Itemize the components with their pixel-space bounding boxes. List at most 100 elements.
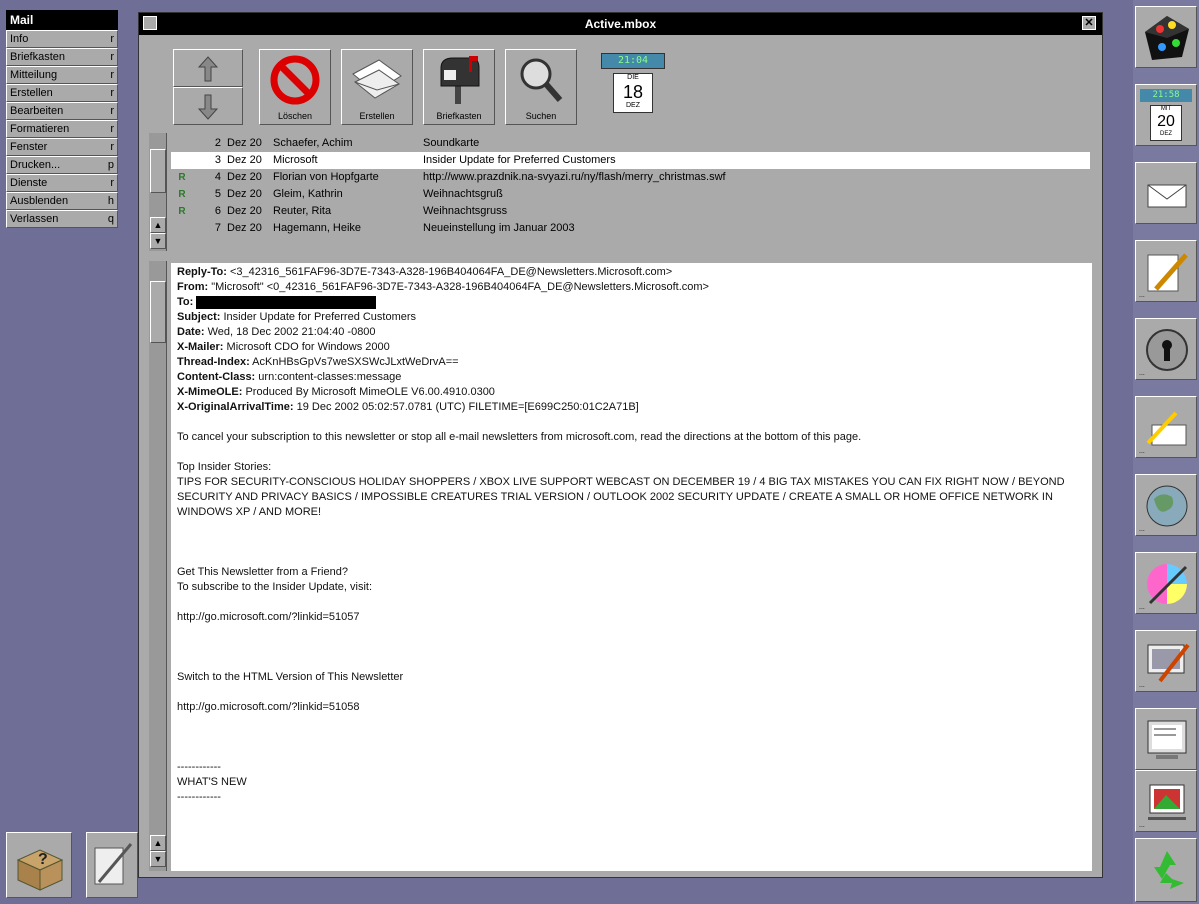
mailbox-button[interactable]: Briefkasten [423,49,495,125]
menu-item[interactable]: Fenster r [6,138,118,156]
status-flag: R [178,206,186,217]
mail-envelope-icon [1147,184,1187,208]
whats-new-heading: WHAT'S NEW [177,776,247,788]
message-date: Dez 20 [227,154,262,166]
list-scroll-down[interactable]: ▼ [150,233,166,249]
friend-title: Get This Newsletter from a Friend? [177,566,348,578]
dock-calendar: MIT 20 DEZ [1150,105,1182,141]
header-key: Thread-Index: [177,356,250,368]
menu-item[interactable]: Verlassen q [6,210,118,228]
dock-editor-dots: ... [1139,292,1145,299]
message-scroll-up[interactable]: ▲ [150,835,166,851]
list-scroll-up[interactable]: ▲ [150,217,166,233]
message-row[interactable]: 7 Dez 20 Hagemann, Heike Neueinstellung im … [171,220,1090,237]
dock-terminal[interactable] [1135,708,1197,770]
message-number: 2 [214,137,221,149]
dock-color-dots: ... [1139,604,1145,611]
dock-editor[interactable]: ... [1135,240,1197,302]
message-sender: Microsoft [273,154,318,166]
list-scrollbar[interactable]: ▲ ▼ [149,133,167,251]
message-sender: Florian von Hopfgarte [273,171,379,183]
delete-button[interactable]: Löschen [259,49,331,125]
edit-document-app[interactable] [86,832,138,898]
menu-item[interactable]: Drucken... p [6,156,118,174]
dock-cal-weekday: MIT [1160,106,1172,112]
header-key: Subject: [177,311,221,323]
message-row[interactable]: 2 Dez 20 Schaefer, Achim Soundkarte [171,135,1090,152]
document-pencil-icon [94,843,133,885]
header-key: X-MimeOLE: [177,386,243,398]
header-line: Thread-Index: AcKnHBsGpVs7weSXSWcJLxtWeD… [177,355,1086,370]
list-scroll-knob[interactable] [150,149,166,193]
menu-item-label: Mitteilung [10,69,58,81]
header-line: Subject: Insider Update for Preferred Cu… [177,310,1086,325]
menu-item-label: Bearbeiten [10,105,64,117]
menu-item[interactable]: Mitteilung r [6,66,118,84]
menu-item[interactable]: Info r [6,30,118,48]
message-scroll-knob[interactable] [150,281,166,343]
message-row[interactable]: R 5 Dez 20 Gleim, Kathrin Weihnachtsgruß [171,186,1090,203]
menu-item-shortcut: r [110,51,114,63]
message-sender: Gleim, Kathrin [273,188,343,200]
header-value: urn:content-classes:message [255,371,402,383]
top-stories-body: TIPS FOR SECURITY-CONSCIOUS HOLIDAY SHOP… [177,476,1065,518]
message-scrollbar[interactable]: ▲ ▼ [149,261,167,871]
message-row[interactable]: R 4 Dez 20 Florian von Hopfgarte http://www.… [171,169,1090,186]
message-row[interactable]: 3 Dez 20 Microsoft Insider Update for Prefe… [171,152,1090,169]
header-value: Microsoft CDO for Windows 2000 [223,341,390,353]
close-button[interactable]: ✕ [1082,16,1096,30]
message-scroll-down[interactable]: ▼ [150,851,166,867]
menu-item-shortcut: r [110,33,114,45]
menu-item[interactable]: Briefkasten r [6,48,118,66]
menu-item-label: Drucken... [10,159,61,171]
message-sender: Hagemann, Heike [273,222,362,234]
message-body[interactable]: Reply-To: <3_42316_561FAF96-3D7E-7343-A3… [171,263,1092,871]
status-flag: R [178,172,186,183]
header-line: Content-Class: urn:content-classes:messa… [177,370,1086,385]
dock-keychain-dots: ... [1139,370,1145,377]
menu-item-label: Info [10,33,29,45]
window-titlebar[interactable]: Active.mbox ✕ [139,13,1102,35]
menu-item[interactable]: Bearbeiten r [6,102,118,120]
message-row[interactable]: R 6 Dez 20 Reuter, Rita Weihnachtsgruss [171,203,1090,220]
previous-message-button[interactable] [173,49,243,87]
menu-item[interactable]: Formatieren r [6,120,118,138]
search-button[interactable]: Suchen [505,49,577,125]
dock-recycler[interactable] [1135,838,1197,902]
message-subject: Weihnachtsgruss [423,205,508,217]
dock-keychain[interactable]: ... [1135,318,1197,380]
header-value: Insider Update for Preferred Customers [220,311,417,323]
html-version-link[interactable]: http://go.microsoft.com/?linkid=51058 [177,700,1086,715]
status-flag [171,152,193,169]
compose-button[interactable]: Erstellen [341,49,413,125]
subscribe-link[interactable]: http://go.microsoft.com/?linkid=51057 [177,610,1086,625]
header-line: To: [177,295,1086,310]
menu-item[interactable]: Erstellen r [6,84,118,102]
dock-globe[interactable]: ... [1135,474,1197,536]
dock-monitor-editor[interactable]: ... [1135,630,1197,692]
help-box-app[interactable]: ? [6,832,72,898]
delete-label: Löschen [277,111,313,121]
message-subject: Insider Update for Preferred Customers [423,154,616,166]
dock-image-dots: ... [1139,822,1145,829]
message-subject: Weihnachtsgruß [423,188,503,200]
dock-globe-dots: ... [1139,526,1145,533]
dock-nextstep-logo[interactable] [1135,6,1197,68]
menu-item-shortcut: r [110,177,114,189]
header-key: From: [177,281,209,293]
dock-preferences[interactable]: ... [1135,396,1197,458]
dock-color-wheel[interactable]: ... [1135,552,1197,614]
menu-item-label: Verlassen [10,213,59,225]
message-view: ▲ ▼ Reply-To: <3_42316_561FAF96-3D7E-734… [149,261,1092,871]
next-message-button[interactable] [173,87,243,125]
keyhole-icon [1146,329,1188,371]
wand-card-icon [1146,411,1187,446]
dock-image-viewer[interactable]: ... [1135,770,1197,832]
message-subject: Soundkarte [423,137,480,149]
miniaturize-button[interactable] [143,16,157,30]
globe-icon [1146,485,1188,527]
menu-item[interactable]: Dienste r [6,174,118,192]
menu-item[interactable]: Ausblenden h [6,192,118,210]
dock-clock[interactable]: 21:58 MIT 20 DEZ [1135,84,1197,146]
dock-mail[interactable] [1135,162,1197,224]
